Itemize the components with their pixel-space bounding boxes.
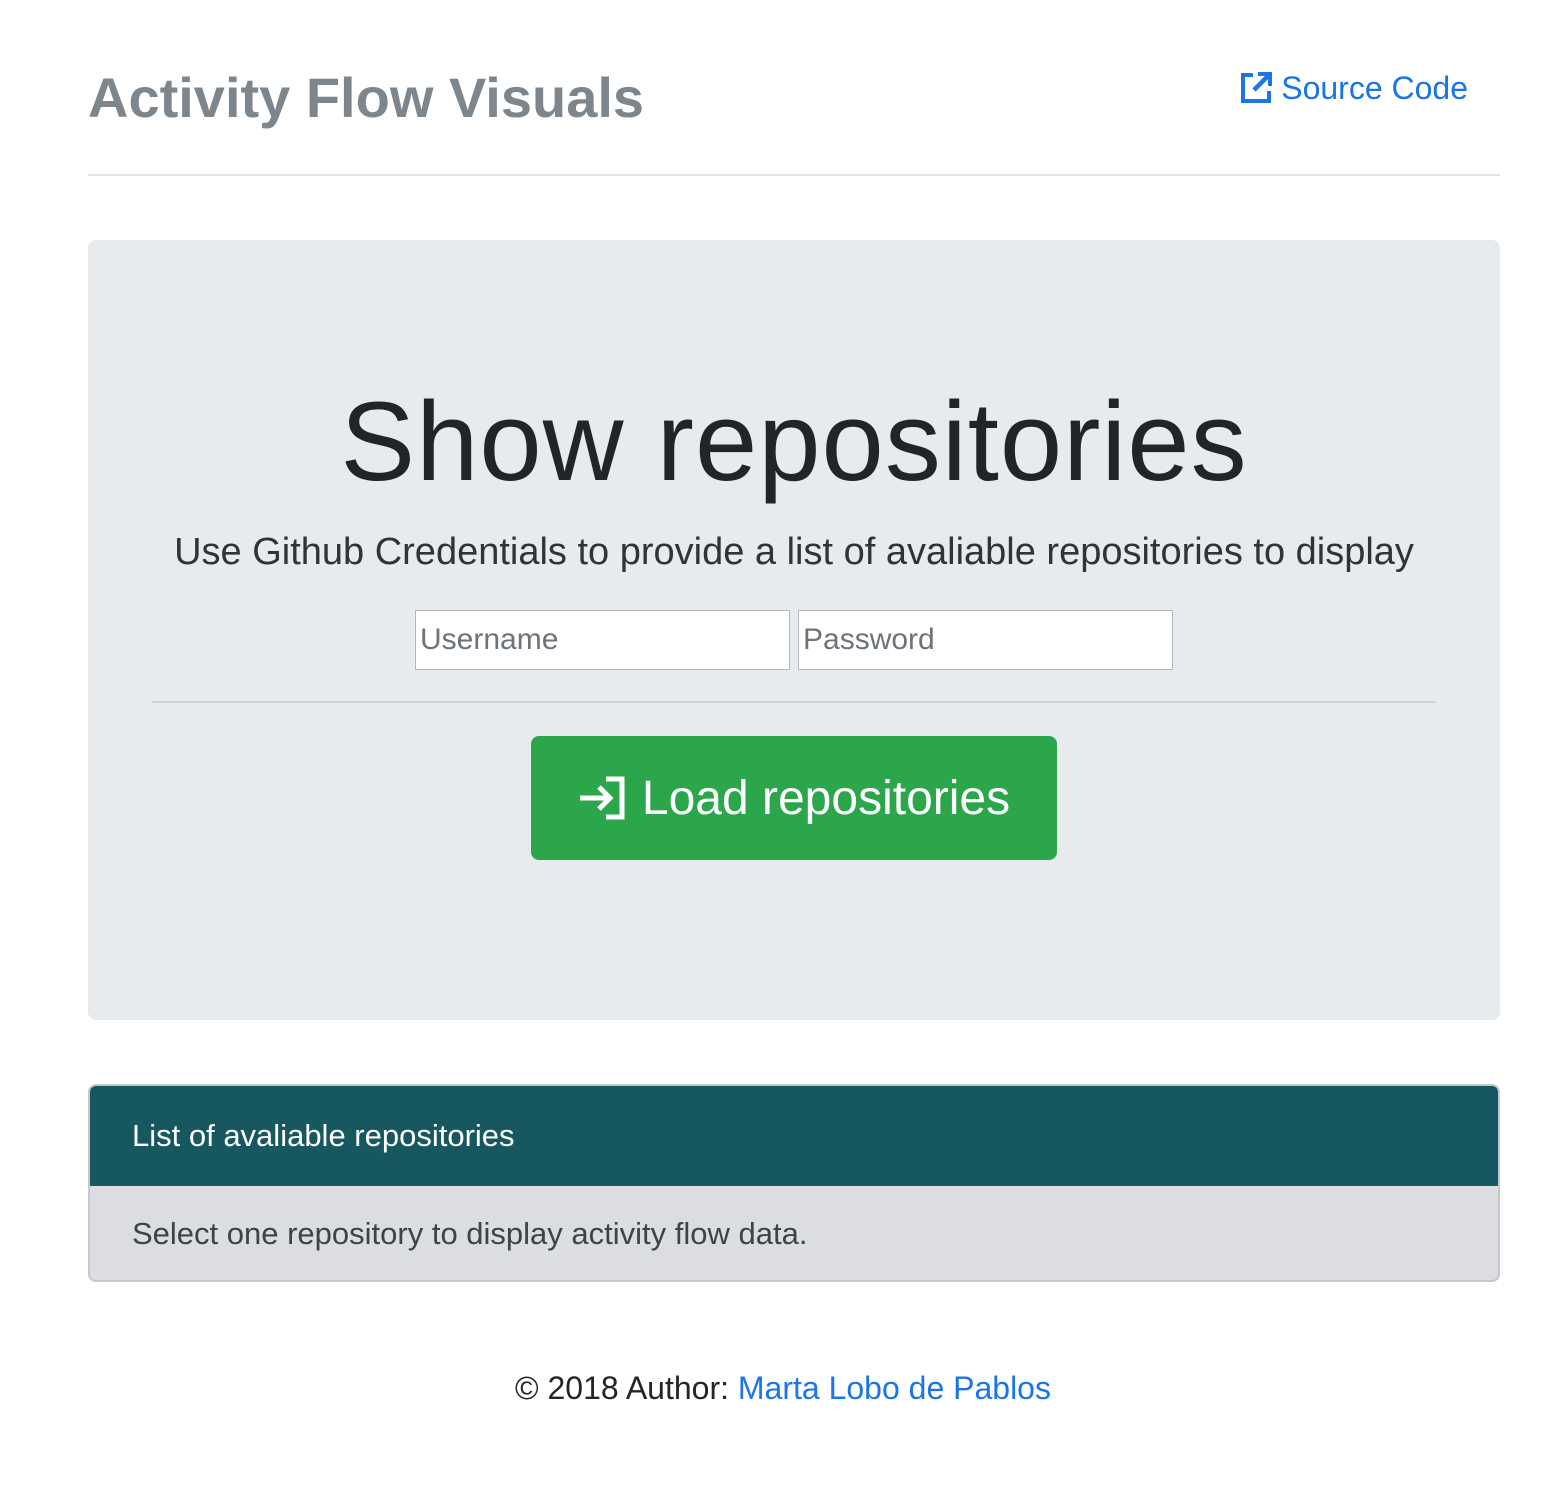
sign-in-icon: [578, 775, 628, 821]
external-link-icon: [1239, 71, 1273, 105]
source-code-label: Source Code: [1281, 70, 1468, 106]
page-footer: © 2018 Author: Marta Lobo de Pablos: [0, 1364, 1566, 1412]
copyright-text: © 2018 Author:: [515, 1370, 738, 1406]
username-input[interactable]: [415, 610, 790, 670]
load-repositories-label: Load repositories: [641, 771, 1011, 825]
credentials-panel: Show repositories Use Github Credentials…: [88, 240, 1500, 1020]
hero-title: Show repositories: [340, 379, 1248, 504]
repositories-card-body: Select one repository to display activit…: [132, 1216, 808, 1251]
repositories-card: List of avaliable repositories Select on…: [88, 1084, 1500, 1282]
hero-subtitle: Use Github Credentials to provide a list…: [174, 531, 1414, 573]
credentials-form: [415, 610, 1173, 670]
repositories-card-header: List of avaliable repositories: [90, 1086, 1498, 1186]
author-link[interactable]: Marta Lobo de Pablos: [738, 1370, 1051, 1406]
divider: [152, 701, 1436, 703]
load-repositories-button[interactable]: Load repositories: [531, 736, 1057, 860]
page-header: Activity Flow Visuals Source Code: [88, 0, 1500, 176]
app-title: Activity Flow Visuals: [88, 66, 645, 129]
password-input[interactable]: [798, 610, 1173, 670]
source-code-link[interactable]: Source Code: [1239, 66, 1468, 110]
